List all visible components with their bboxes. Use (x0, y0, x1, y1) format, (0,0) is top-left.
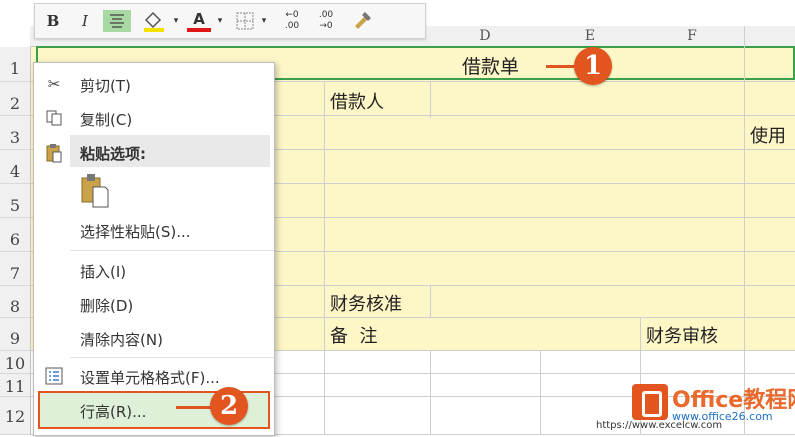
row-header-10[interactable]: 10 (0, 351, 31, 374)
menu-item-delete-label: 删除(D) (80, 297, 134, 315)
callout-2-badge: 2 (210, 387, 248, 425)
font-color-dropdown-icon[interactable]: ▾ (215, 10, 225, 32)
paste-icon (81, 174, 109, 208)
column-header-f[interactable]: F (640, 26, 744, 46)
menu-item-copy[interactable]: 复制(C) (34, 101, 274, 135)
format-cells-icon (44, 367, 64, 385)
context-menu: ✂ 剪切(T) 复制(C) 粘贴选项: 选择性粘贴(S)... 插入(I) 删除… (33, 62, 275, 436)
italic-button[interactable]: I (75, 10, 95, 32)
increase-decimal-label: .00 (284, 21, 300, 31)
menu-item-clear-contents-label: 清除内容(N) (80, 331, 163, 349)
bold-button[interactable]: B (43, 10, 63, 32)
grid-line (430, 82, 431, 118)
grid-line (430, 351, 431, 434)
callout-2-line (176, 406, 212, 409)
row-header-1[interactable]: 1 (0, 47, 31, 82)
cell-finance-check[interactable]: 财务核准 (330, 290, 402, 316)
font-color-button[interactable]: A (187, 10, 211, 32)
menu-separator (70, 250, 274, 251)
copy-icon (44, 109, 64, 127)
watermark-logo-icon (632, 384, 668, 420)
callout-1-line (546, 65, 574, 68)
menu-item-cut[interactable]: ✂ 剪切(T) (34, 67, 274, 101)
menu-item-paste-special-label: 选择性粘贴(S)... (80, 223, 191, 241)
clipboard-icon (44, 143, 64, 163)
menu-item-delete[interactable]: 删除(D) (34, 287, 274, 321)
menu-item-row-height-label: 行高(R)... (80, 403, 147, 421)
paste-button[interactable] (80, 173, 110, 209)
decrease-decimal-label: .00 (318, 10, 334, 20)
decrease-decimal-button[interactable]: .00 →0 (311, 10, 341, 32)
grid-line (744, 26, 745, 434)
row-header-12[interactable]: 12 (0, 397, 31, 435)
menu-item-cut-label: 剪切(T) (80, 77, 131, 95)
paint-bucket-icon (144, 11, 164, 32)
increase-decimal-button[interactable]: ←0.00 (277, 10, 307, 32)
row-header-3[interactable]: 3 (0, 116, 31, 150)
menu-item-copy-label: 复制(C) (80, 111, 133, 129)
font-color-glyph: A (193, 10, 205, 28)
callout-1-badge: 1 (574, 47, 612, 85)
menu-item-format-cells[interactable]: 设置单元格格式(F)... (34, 359, 274, 393)
borders-dropdown-icon[interactable]: ▾ (259, 10, 269, 32)
scissors-icon: ✂ (47, 75, 61, 93)
align-center-icon (110, 14, 124, 28)
menu-item-paste-options: 粘贴选项: (34, 135, 274, 169)
row-header-2[interactable]: 2 (0, 82, 31, 116)
fill-color-button[interactable] (139, 10, 169, 32)
menu-item-paste-options-label: 粘贴选项: (80, 145, 146, 163)
cell-finance-audit[interactable]: 财务审核 (646, 322, 718, 348)
menu-item-clear-contents[interactable]: 清除内容(N) (34, 321, 274, 355)
font-color-swatch (187, 28, 211, 32)
cell-borrower[interactable]: 借款人 (330, 88, 384, 114)
format-painter-button[interactable] (347, 10, 377, 32)
watermark-url-secondary: https://www.excelcw.com (596, 420, 723, 431)
row-header-11[interactable]: 11 (0, 374, 31, 397)
column-header-e[interactable]: E (540, 26, 640, 46)
format-painter-icon (355, 12, 371, 29)
menu-item-format-cells-label: 设置单元格格式(F)... (80, 369, 220, 387)
grid-line (430, 286, 431, 318)
grid-line (540, 351, 541, 434)
column-header-d[interactable]: D (430, 26, 540, 46)
row-header-5[interactable]: 5 (0, 184, 31, 218)
menu-item-insert-label: 插入(I) (80, 263, 127, 281)
row-header-9[interactable]: 9 (0, 318, 31, 351)
row-header-7[interactable]: 7 (0, 252, 31, 286)
increase-decimal-arrow-icon: ←0 (285, 10, 299, 20)
row-header-6[interactable]: 6 (0, 218, 31, 252)
borders-button[interactable] (233, 10, 257, 32)
menu-separator (70, 357, 274, 358)
fill-color-dropdown-icon[interactable]: ▾ (171, 10, 181, 32)
grid-line (744, 116, 745, 149)
row-header-4[interactable]: 4 (0, 150, 31, 184)
cell-remarks[interactable]: 备 注 (330, 322, 377, 348)
grid-line (324, 82, 325, 434)
mini-toolbar: B I ▾ A ▾ ▾ ←0.00 .00 →0 (34, 3, 426, 39)
menu-item-paste-special[interactable]: 选择性粘贴(S)... (34, 213, 274, 247)
menu-item-insert[interactable]: 插入(I) (34, 253, 274, 287)
row-header-8[interactable]: 8 (0, 286, 31, 318)
decrease-decimal-arrow-icon: →0 (319, 21, 333, 31)
borders-icon (236, 12, 254, 30)
align-center-button[interactable] (103, 10, 131, 32)
cell-usage[interactable]: 使用 (750, 122, 786, 148)
cell-title[interactable]: 借款单 (462, 52, 519, 79)
